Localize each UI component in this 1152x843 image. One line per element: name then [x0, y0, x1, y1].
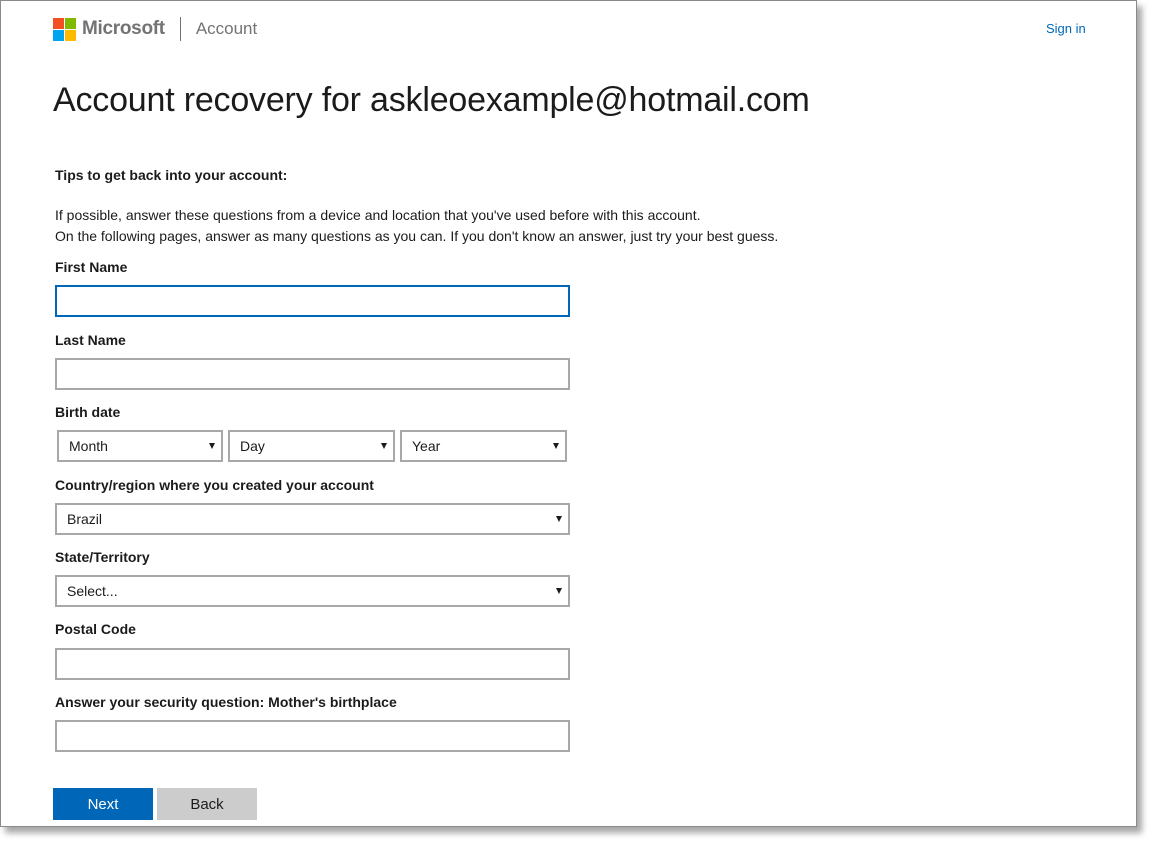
first-name-input[interactable] — [55, 285, 570, 317]
birth-month-select[interactable]: Month — [57, 430, 223, 462]
logo-square-blue — [53, 29, 64, 41]
birth-month-value: Month — [69, 438, 108, 454]
first-name-label: First Name — [55, 259, 128, 275]
tips-text-line-2: On the following pages, answer as many q… — [55, 228, 779, 244]
browser-frame: Microsoft Account Sign in Account recove… — [0, 0, 1137, 827]
caret-down-icon — [556, 516, 562, 522]
sign-in-link[interactable]: Sign in — [1046, 21, 1086, 36]
caret-down-icon — [553, 443, 559, 449]
page-title: Account recovery for askleoexample@hotma… — [53, 81, 810, 119]
section-name[interactable]: Account — [196, 19, 257, 39]
caret-down-icon — [209, 443, 215, 449]
birth-day-select[interactable]: Day — [228, 430, 395, 462]
last-name-input[interactable] — [55, 358, 570, 390]
caret-down-icon — [556, 588, 562, 594]
birth-date-label: Birth date — [55, 404, 121, 420]
brand-name[interactable]: Microsoft — [82, 18, 165, 40]
security-question-label: Answer your security question: Mother's … — [55, 694, 397, 710]
birth-day-value: Day — [240, 438, 265, 454]
security-answer-input[interactable] — [55, 720, 570, 752]
tips-heading: Tips to get back into your account: — [55, 167, 288, 183]
caret-down-icon — [381, 443, 387, 449]
header-divider — [179, 17, 181, 41]
logo-square-green — [65, 17, 76, 29]
last-name-label: Last Name — [55, 332, 126, 348]
postal-code-input[interactable] — [55, 648, 570, 680]
next-button[interactable]: Next — [53, 788, 153, 820]
country-select[interactable]: Brazil — [55, 503, 570, 535]
postal-code-label: Postal Code — [55, 621, 136, 637]
microsoft-logo-icon[interactable] — [53, 17, 76, 41]
logo-square-yellow — [65, 29, 76, 41]
state-select[interactable]: Select... — [55, 575, 570, 607]
state-value: Select... — [67, 583, 118, 599]
site-header: Microsoft Account — [53, 15, 257, 43]
birth-year-value: Year — [412, 438, 441, 454]
back-button[interactable]: Back — [157, 788, 257, 820]
country-value: Brazil — [67, 511, 103, 527]
logo-square-red — [53, 17, 64, 29]
birth-year-select[interactable]: Year — [400, 430, 567, 462]
state-label: State/Territory — [55, 549, 150, 565]
tips-text-line-1: If possible, answer these questions from… — [55, 207, 701, 223]
country-label: Country/region where you created your ac… — [55, 477, 374, 493]
